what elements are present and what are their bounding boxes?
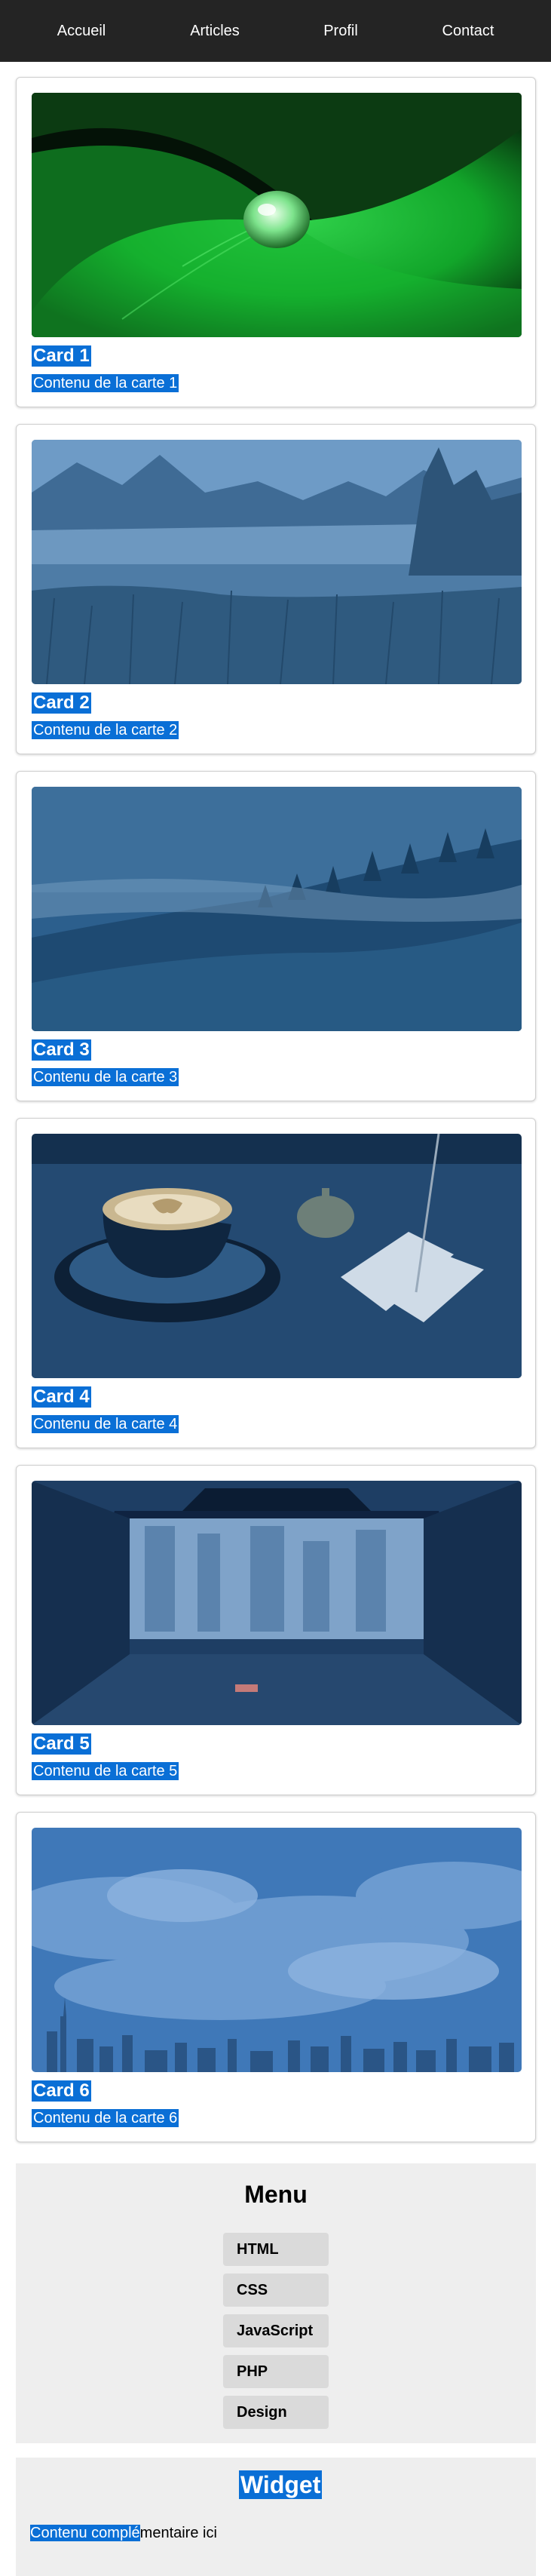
- card-text: Contenu de la carte 6: [32, 2109, 179, 2127]
- widget-title: Widget: [239, 2470, 323, 2499]
- card-title: Card 1: [32, 345, 91, 367]
- menu-item-css[interactable]: CSS: [223, 2274, 329, 2307]
- nav-link-contact[interactable]: Contact: [415, 0, 521, 62]
- card-3: Card 3 Contenu de la carte 3: [16, 771, 536, 1101]
- card-text: Contenu de la carte 3: [32, 1068, 179, 1086]
- card-title: Card 5: [32, 1733, 91, 1755]
- menu-item-javascript[interactable]: JavaScript: [223, 2314, 329, 2347]
- card-2: Card 2 Contenu de la carte 2: [16, 424, 536, 754]
- nav-link-articles[interactable]: Articles: [162, 0, 268, 62]
- widget-panel: Widget Contenu complémentaire ici: [16, 2458, 536, 2576]
- widget-text-highlighted: Contenu complé: [30, 2525, 140, 2541]
- nav-link-profil[interactable]: Profil: [288, 0, 393, 62]
- widget-text-rest: mentaire ici: [139, 2525, 217, 2541]
- card-4-image: [32, 1134, 522, 1378]
- nav-link-accueil[interactable]: Accueil: [29, 0, 134, 62]
- menu-panel: Menu HTML CSS JavaScript PHP Design: [16, 2163, 536, 2443]
- card-1-image: [32, 93, 522, 337]
- card-6-image: [32, 1828, 522, 2072]
- card-title: Card 2: [32, 692, 91, 714]
- card-5: Card 5 Contenu de la carte 5: [16, 1465, 536, 1795]
- card-text: Contenu de la carte 5: [32, 1762, 179, 1780]
- widget-text: Contenu complémentaire ici: [30, 2524, 217, 2542]
- card-4: Card 4 Contenu de la carte 4: [16, 1118, 536, 1448]
- top-navigation-bar: Accueil Articles Profil Contact: [0, 0, 551, 62]
- card-title: Card 4: [32, 1386, 91, 1408]
- card-2-image: [32, 440, 522, 684]
- card-title: Card 3: [32, 1039, 91, 1061]
- card-text: Contenu de la carte 4: [32, 1415, 179, 1433]
- menu-item-php[interactable]: PHP: [223, 2355, 329, 2388]
- card-text: Contenu de la carte 1: [32, 374, 179, 392]
- card-6: Card 6 Contenu de la carte 6: [16, 1812, 536, 2142]
- card-5-image: [32, 1481, 522, 1725]
- menu-item-design[interactable]: Design: [223, 2396, 329, 2429]
- card-title: Card 6: [32, 2080, 91, 2102]
- card-text: Contenu de la carte 2: [32, 721, 179, 739]
- menu-title: Menu: [244, 2181, 308, 2208]
- card-1: Card 1 Contenu de la carte 1: [16, 77, 536, 407]
- menu-item-html[interactable]: HTML: [223, 2233, 329, 2266]
- card-3-image: [32, 787, 522, 1031]
